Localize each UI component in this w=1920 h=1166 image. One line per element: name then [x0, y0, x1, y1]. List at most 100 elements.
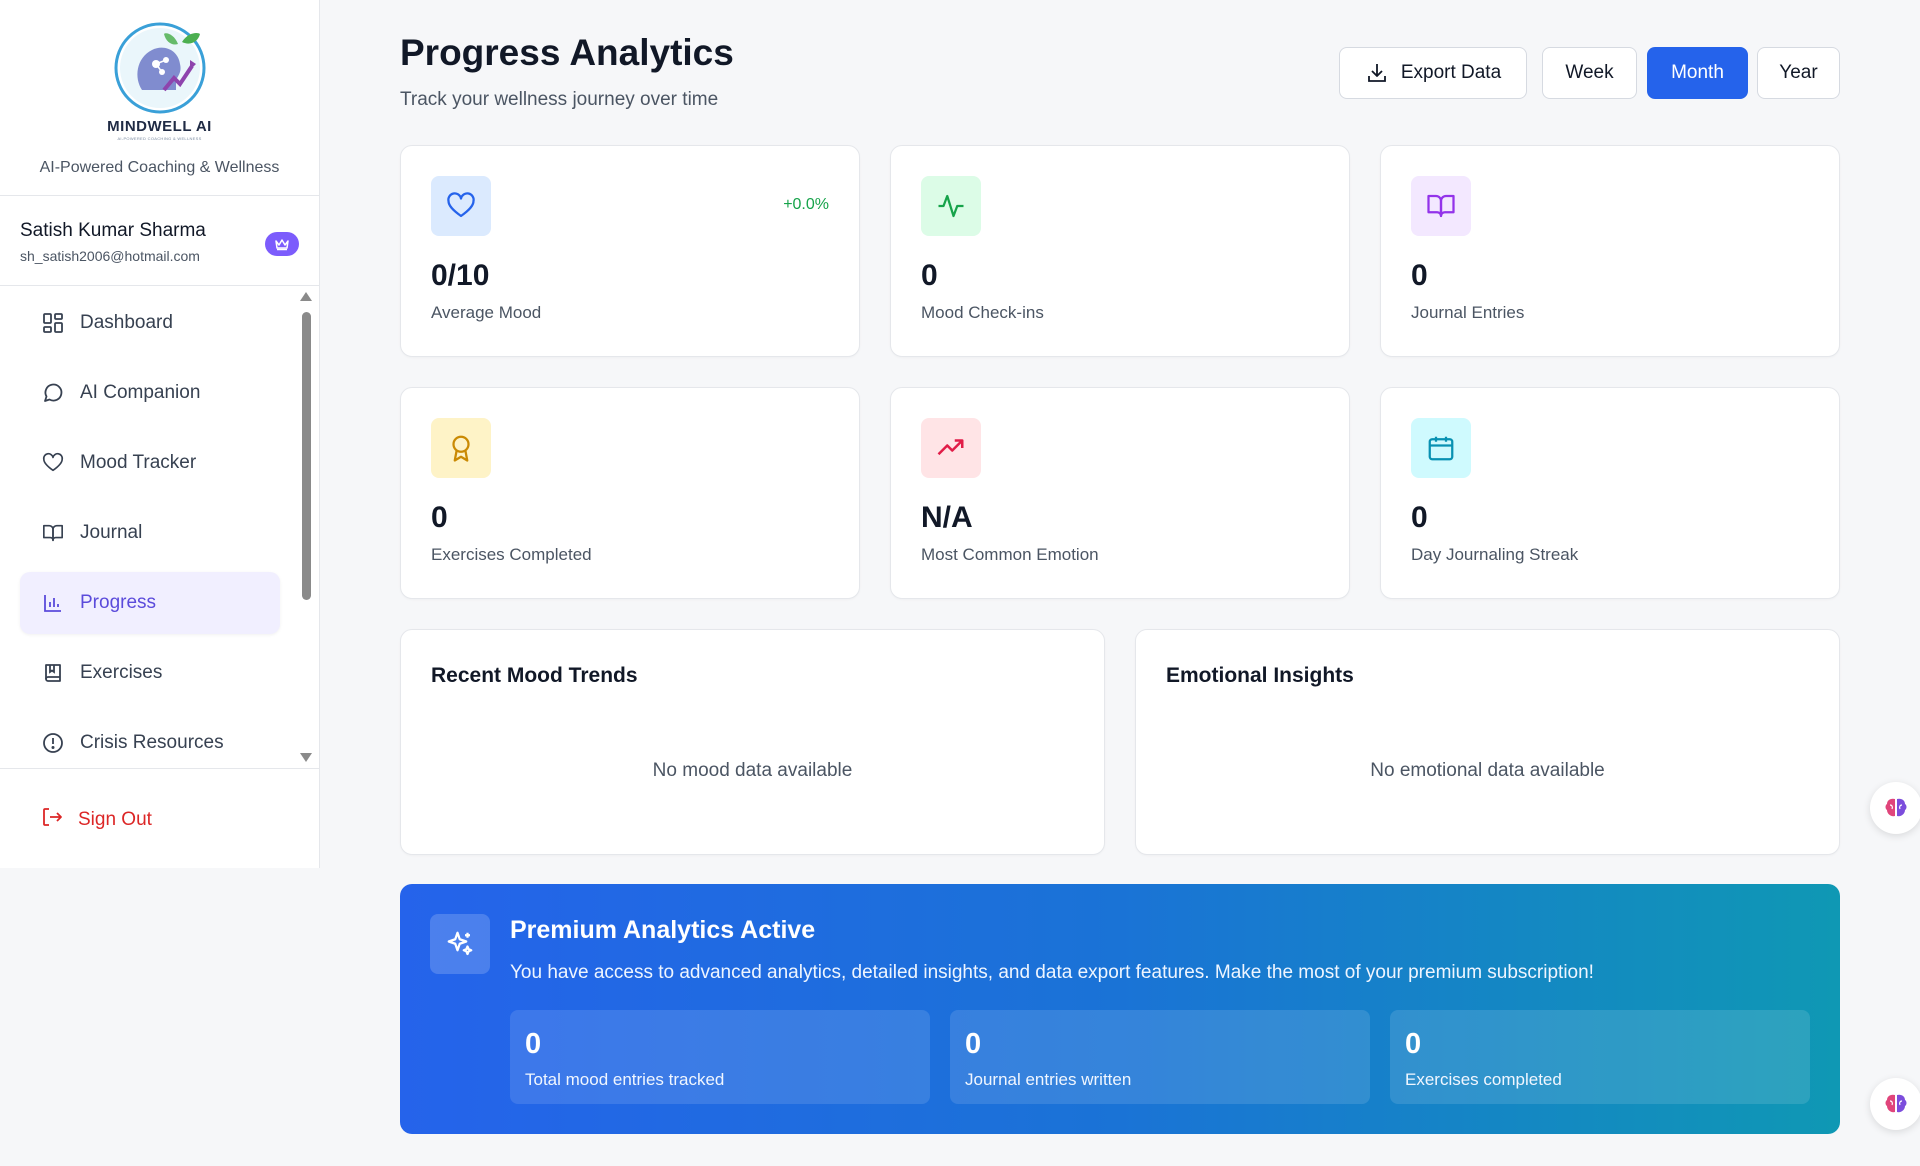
bar-chart-icon [40, 590, 66, 616]
period-year-button[interactable]: Year [1757, 47, 1840, 99]
scroll-down-arrow-icon[interactable] [300, 753, 312, 762]
stat-value: 0 [1411, 259, 1428, 292]
logo-tagline: AI-POWERED COACHING & WELLNESS [117, 136, 202, 141]
period-label: Year [1779, 62, 1818, 83]
stat-card-exercises-completed: 0 Exercises Completed [400, 387, 860, 599]
scrollbar-thumb[interactable] [302, 312, 311, 600]
stat-label: Exercises Completed [431, 545, 592, 564]
sign-out-button[interactable]: Sign Out [40, 805, 152, 834]
period-label: Month [1671, 62, 1724, 83]
floating-assistant-button[interactable] [1870, 782, 1920, 834]
stat-card-most-common-emotion: N/A Most Common Emotion [890, 387, 1350, 599]
stat-value: 0 [1411, 501, 1428, 534]
sign-out-label: Sign Out [78, 808, 152, 830]
chat-bubble-icon [40, 380, 66, 406]
empty-state-text: No mood data available [652, 760, 853, 781]
premium-stat-value: 0 [965, 1028, 982, 1060]
stat-card-mood-checkins: 0 Mood Check-ins [890, 145, 1350, 357]
sidebar-item-dashboard[interactable]: Dashboard [20, 292, 280, 354]
stat-icon-box [431, 176, 491, 236]
book-open-icon [1427, 194, 1455, 218]
stat-value: 0 [431, 501, 448, 534]
period-month-button[interactable]: Month [1647, 47, 1748, 99]
emotional-insights-panel: Emotional Insights No emotional data ava… [1135, 629, 1840, 855]
alert-circle-icon [40, 730, 66, 756]
sparkles-icon [447, 931, 473, 956]
user-profile: Satish Kumar Sharma sh_satish2006@hotmai… [0, 196, 319, 286]
bookmark-book-icon [40, 660, 66, 686]
calendar-icon [1428, 436, 1454, 461]
sidebar-item-progress[interactable]: Progress [20, 572, 280, 634]
crown-icon [275, 239, 289, 251]
stat-label: Most Common Emotion [921, 545, 1099, 564]
signout-section: Sign Out [0, 768, 320, 868]
sidebar-item-label: Progress [80, 592, 157, 613]
panel-title: Emotional Insights [1166, 664, 1354, 687]
sidebar-item-label: Exercises [80, 662, 163, 683]
award-ribbon-icon [452, 435, 470, 462]
stat-change: +0.0% [783, 196, 829, 213]
dashboard-grid-icon [40, 310, 66, 336]
stat-value: N/A [921, 501, 973, 534]
panel-title: Recent Mood Trends [431, 664, 638, 687]
activity-pulse-icon [938, 194, 964, 218]
stat-label: Mood Check-ins [921, 303, 1044, 322]
sidebar-item-exercises[interactable]: Exercises [20, 642, 280, 704]
stat-label: Day Journaling Streak [1411, 545, 1579, 564]
heart-icon [447, 192, 475, 218]
brain-icon [1885, 1094, 1907, 1113]
period-week-button[interactable]: Week [1542, 47, 1637, 99]
stat-value: 0 [921, 259, 938, 292]
page-subtitle: Track your wellness journey over time [400, 89, 719, 110]
sidebar-item-label: Mood Tracker [80, 452, 197, 473]
period-label: Week [1565, 62, 1614, 83]
premium-stat-box: 0 Total mood entries tracked [510, 1010, 930, 1104]
premium-stat-value: 0 [1405, 1028, 1422, 1060]
premium-stat-value: 0 [525, 1028, 542, 1060]
user-name: Satish Kumar Sharma [20, 220, 206, 241]
brand-header: MINDWELL AI AI-POWERED COACHING & WELLNE… [0, 0, 319, 196]
stat-label: Average Mood [431, 303, 542, 322]
download-icon [1367, 64, 1386, 82]
export-data-button[interactable]: Export Data [1339, 47, 1527, 99]
sidebar-item-label: Journal [80, 522, 143, 543]
stat-icon-box [921, 418, 981, 478]
sidebar-nav: Dashboard AI Companion Mood Tracker Jour… [0, 286, 319, 768]
stat-icon-box [1411, 176, 1471, 236]
sidebar-item-mood-tracker[interactable]: Mood Tracker [20, 432, 280, 494]
page-title: Progress Analytics [400, 32, 734, 73]
premium-stat-box: 0 Journal entries written [950, 1010, 1370, 1104]
sidebar-item-crisis-resources[interactable]: Crisis Resources [20, 712, 280, 768]
floating-assistant-button[interactable] [1870, 1078, 1920, 1130]
empty-state-text: No emotional data available [1370, 760, 1605, 781]
premium-stat-label: Journal entries written [965, 1070, 1132, 1089]
mindwell-logo [112, 20, 208, 116]
sidebar: MINDWELL AI AI-POWERED COACHING & WELLNE… [0, 0, 320, 868]
user-email: sh_satish2006@hotmail.com [20, 248, 200, 264]
mood-trends-panel: Recent Mood Trends No mood data availabl… [400, 629, 1105, 855]
stat-card-journaling-streak: 0 Day Journaling Streak [1380, 387, 1840, 599]
scroll-up-arrow-icon[interactable] [300, 292, 312, 301]
brand-subtitle: AI-Powered Coaching & Wellness [39, 159, 280, 176]
premium-analytics-banner: Premium Analytics Active You have access… [400, 884, 1840, 1134]
heart-icon [40, 450, 66, 476]
stat-card-journal-entries: 0 Journal Entries [1380, 145, 1840, 357]
stat-card-average-mood: +0.0% 0/10 Average Mood [400, 145, 860, 357]
trending-up-icon [937, 439, 964, 456]
sidebar-scrollbar[interactable] [300, 292, 312, 762]
book-open-icon [40, 520, 66, 546]
premium-title: Premium Analytics Active [510, 916, 816, 944]
export-data-label: Export Data [1400, 62, 1502, 83]
premium-badge [265, 232, 299, 256]
premium-stat-label: Exercises completed [1405, 1070, 1562, 1089]
sidebar-item-ai-companion[interactable]: AI Companion [20, 362, 280, 424]
sidebar-item-journal[interactable]: Journal [20, 502, 280, 564]
stat-icon-box [431, 418, 491, 478]
premium-stat-label: Total mood entries tracked [525, 1070, 725, 1089]
stat-icon-box [921, 176, 981, 236]
stat-value: 0/10 [431, 259, 490, 292]
sidebar-item-label: Crisis Resources [80, 732, 224, 753]
premium-description: You have access to advanced analytics, d… [510, 962, 1594, 983]
stat-label: Journal Entries [1411, 303, 1525, 322]
premium-icon-box [430, 914, 490, 974]
